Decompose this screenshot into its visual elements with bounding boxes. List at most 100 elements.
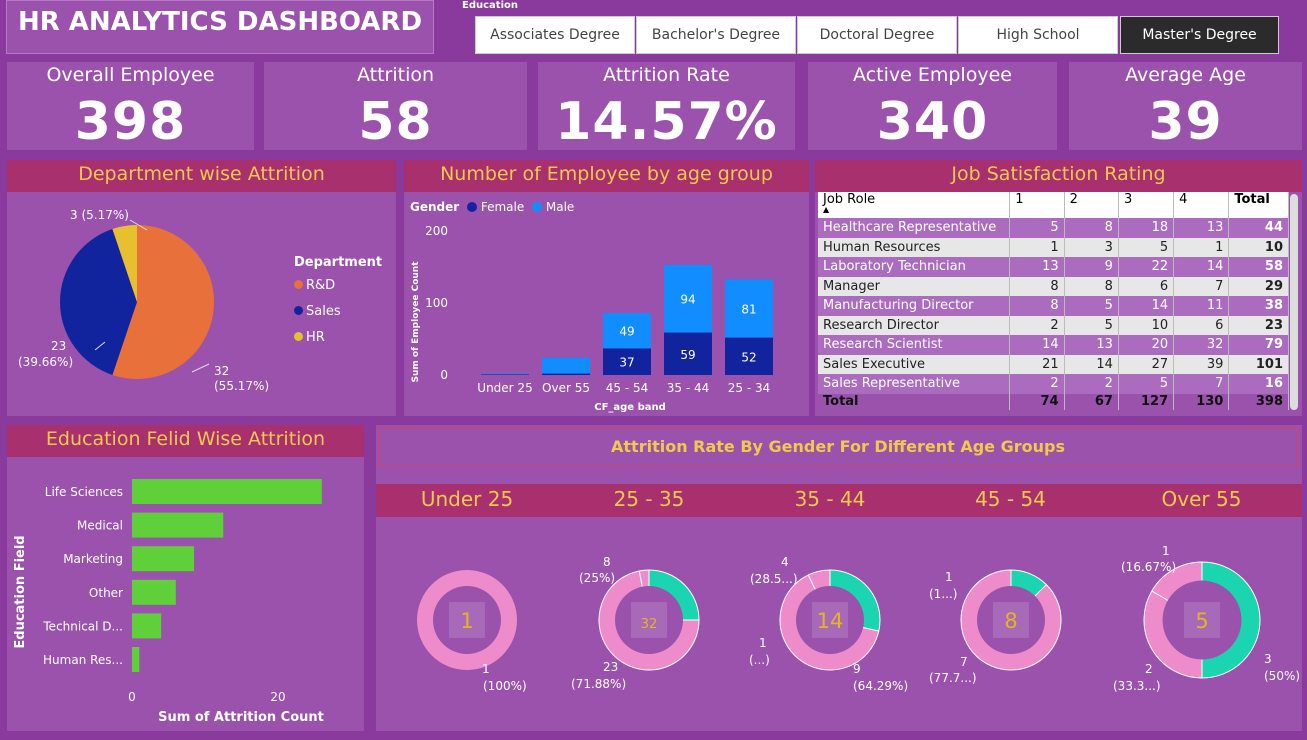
female-bar[interactable] bbox=[542, 373, 590, 375]
total-cell: 74 bbox=[1009, 393, 1065, 410]
rating-cell: 79 bbox=[1228, 335, 1289, 355]
column-header-total[interactable]: Total bbox=[1228, 192, 1289, 218]
donut-under25-label-pct: (100%) bbox=[483, 679, 527, 693]
column-header-4[interactable]: 4 bbox=[1173, 192, 1230, 218]
job-role-cell: Laboratory Technician bbox=[818, 257, 1011, 277]
donut-2535-label-pct-2: (71.88%) bbox=[571, 677, 627, 691]
donut-center-value: 32 bbox=[641, 617, 658, 632]
legend-item-hr[interactable]: HR bbox=[294, 330, 325, 345]
education-bar[interactable] bbox=[132, 546, 195, 572]
donut-4554-label-pct: (1...) bbox=[929, 587, 958, 601]
hr-slice-label: 3 (5.17%) bbox=[70, 208, 129, 222]
donut-over55-label-pct-3: (50%) bbox=[1264, 669, 1301, 683]
column-header-job-role[interactable]: Job Role ▲ bbox=[818, 192, 1011, 218]
male-bar[interactable] bbox=[481, 373, 529, 375]
donut-3544-label-pct-3: (64.29%) bbox=[853, 679, 909, 693]
age-y-tick: 0 bbox=[440, 368, 448, 382]
donut-under25-label-value: 1 bbox=[482, 662, 490, 676]
donut-center-value: 1 bbox=[460, 609, 473, 633]
donut-3544-label-value-2: 1 bbox=[759, 636, 767, 650]
job-role-cell: Manufacturing Director bbox=[818, 296, 1011, 316]
legend-item-sales[interactable]: Sales bbox=[294, 304, 341, 319]
rating-cell: 2 bbox=[1009, 315, 1065, 335]
table-total-row: Total 74 67 127 130 398 bbox=[818, 393, 1289, 410]
table-scrollbar[interactable] bbox=[1290, 194, 1298, 410]
rating-cell: 5 bbox=[1009, 218, 1065, 238]
education-bar[interactable] bbox=[132, 647, 140, 672]
donut-4554-label-pct-2: (77.7...) bbox=[929, 671, 977, 685]
table-row[interactable]: Manufacturing Director 8 5 14 11 38 bbox=[818, 296, 1289, 316]
education-bar[interactable] bbox=[132, 512, 224, 538]
column-header-1[interactable]: 1 bbox=[1009, 192, 1065, 218]
rating-cell: 38 bbox=[1228, 296, 1289, 316]
donut-over55-label-value-2: 2 bbox=[1145, 662, 1153, 676]
job-role-cell: Sales Representative bbox=[818, 374, 1011, 394]
slicer-masters-degree[interactable]: Master's Degree bbox=[1120, 16, 1279, 54]
female-bar[interactable] bbox=[481, 374, 529, 375]
education-bar[interactable] bbox=[132, 613, 162, 639]
donut-2535-label-pct: (25%) bbox=[579, 571, 616, 585]
donut-header-over-55: Over 55 bbox=[1101, 484, 1302, 517]
age-x-tick: 35 - 44 bbox=[667, 381, 710, 395]
rating-cell: 7 bbox=[1173, 374, 1230, 394]
table-row[interactable]: Healthcare Representative 5 8 18 13 44 bbox=[818, 218, 1289, 238]
donut-2535-label-value-2: 23 bbox=[603, 660, 619, 674]
kpi-active-employee: Active Employee 340 bbox=[808, 62, 1057, 152]
table-row[interactable]: Research Scientist 14 13 20 32 79 bbox=[818, 335, 1289, 355]
donut-over55-label-value-3: 3 bbox=[1264, 652, 1272, 666]
education-field-title: Education Felid Wise Attrition bbox=[7, 425, 364, 457]
kpi-value: 39 bbox=[1148, 92, 1223, 152]
total-cell: 127 bbox=[1118, 393, 1175, 410]
rating-cell: 13 bbox=[1009, 257, 1065, 277]
legend-label: R&D bbox=[306, 278, 336, 293]
table-row[interactable]: Manager 8 8 6 7 29 bbox=[818, 276, 1289, 296]
slicer-bachelors-degree[interactable]: Bachelor's Degree bbox=[636, 16, 796, 54]
rating-cell: 8 bbox=[1064, 218, 1119, 238]
kpi-attrition-rate: Attrition Rate 14.57% bbox=[538, 62, 795, 152]
rating-cell: 23 bbox=[1228, 315, 1289, 335]
education-field-panel: Education Felid Wise Attrition Education… bbox=[7, 425, 364, 731]
donut-over55-label-pct: (16.67%) bbox=[1121, 560, 1177, 574]
slicer-associates-degree[interactable]: Associates Degree bbox=[475, 16, 635, 54]
kpi-label: Average Age bbox=[1125, 64, 1246, 86]
department-attrition-panel: Department wise Attrition 3 (5.17%) 23 (… bbox=[7, 160, 396, 416]
education-bar[interactable] bbox=[132, 479, 322, 504]
male-bar[interactable] bbox=[542, 357, 590, 374]
donut-3544-label-value-3: 9 bbox=[853, 662, 861, 676]
kpi-label: Attrition bbox=[356, 64, 435, 86]
table-row[interactable]: Research Director 2 5 10 6 23 bbox=[818, 315, 1289, 335]
rating-cell: 13 bbox=[1064, 335, 1119, 355]
male-bar-label: 49 bbox=[619, 325, 634, 339]
rating-cell: 14 bbox=[1173, 257, 1230, 277]
kpi-label: Attrition Rate bbox=[603, 64, 730, 86]
rating-cell: 7 bbox=[1173, 276, 1230, 296]
table-row[interactable]: Laboratory Technician 13 9 22 14 58 bbox=[818, 257, 1289, 277]
edu-x-axis-title: Sum of Attrition Count bbox=[158, 710, 324, 725]
education-category-label: Technical D... bbox=[42, 619, 123, 633]
slicer-high-school[interactable]: High School bbox=[958, 16, 1118, 54]
age-y-axis-title: Sum of Employee Count bbox=[411, 261, 421, 383]
column-header-3[interactable]: 3 bbox=[1118, 192, 1175, 218]
donut-3544-label-pct-2: (...) bbox=[749, 653, 770, 667]
column-header-2[interactable]: 2 bbox=[1064, 192, 1119, 218]
job-role-cell: Manager bbox=[818, 276, 1011, 296]
rating-cell: 6 bbox=[1173, 315, 1230, 335]
rating-cell: 5 bbox=[1064, 296, 1119, 316]
table-row[interactable]: Human Resources 1 3 5 1 10 bbox=[818, 237, 1289, 257]
total-cell: 67 bbox=[1064, 393, 1119, 410]
education-category-label: Other bbox=[89, 586, 123, 600]
kpi-value: 58 bbox=[358, 92, 433, 152]
slicer-doctoral-degree[interactable]: Doctoral Degree bbox=[797, 16, 957, 54]
education-bar[interactable] bbox=[132, 579, 176, 605]
education-category-label: Life Sciences bbox=[45, 485, 123, 499]
table-row[interactable]: Sales Executive 21 14 27 39 101 bbox=[818, 354, 1289, 374]
total-label: Total bbox=[818, 393, 1011, 410]
rating-cell: 5 bbox=[1118, 237, 1175, 257]
donut-center-value: 8 bbox=[1004, 609, 1017, 633]
table-row[interactable]: Sales Representative 2 2 5 7 16 bbox=[818, 374, 1289, 394]
legend-item-rd[interactable]: R&D bbox=[294, 278, 335, 293]
rating-cell: 3 bbox=[1064, 237, 1119, 257]
department-legend-title: Department bbox=[294, 255, 383, 270]
rating-cell: 10 bbox=[1118, 315, 1175, 335]
edu-y-axis-title: Education Field bbox=[13, 535, 28, 648]
